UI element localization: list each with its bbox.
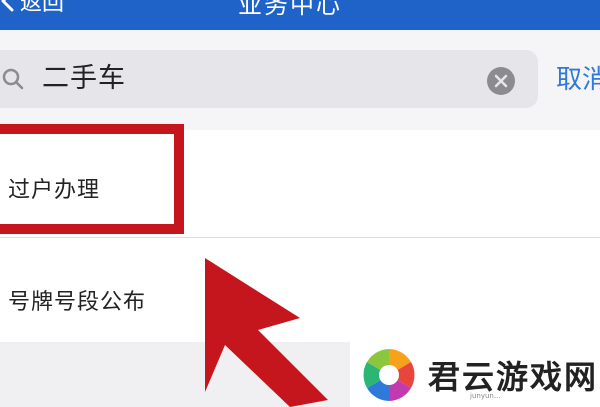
cancel-button[interactable]: 取消 [556, 59, 600, 96]
back-label: 返回 [20, 0, 65, 16]
watermark-subtext: junyun... [470, 392, 501, 400]
watermark-text: 君云游戏网 [428, 357, 599, 396]
watermark-logo [363, 348, 415, 401]
list-item-plate-numbers[interactable]: 号牌号段公布 [0, 238, 600, 348]
next-list-item [0, 342, 352, 407]
chevron-left-icon [1, 0, 14, 12]
navigation-bar: 返回 业务中心 [0, 0, 600, 30]
close-icon [494, 74, 508, 88]
search-icon [2, 68, 24, 90]
clear-search-button[interactable] [487, 67, 515, 95]
search-input[interactable]: 二手车 [42, 50, 126, 108]
search-field[interactable]: 二手车 [0, 50, 538, 108]
page-title: 业务中心 [238, 0, 342, 19]
list-item-label: 号牌号段公布 [8, 290, 147, 315]
search-bar-area: 二手车 取消 [0, 30, 600, 130]
back-button[interactable]: 返回 [0, 0, 64, 16]
highlight-box [0, 124, 184, 234]
